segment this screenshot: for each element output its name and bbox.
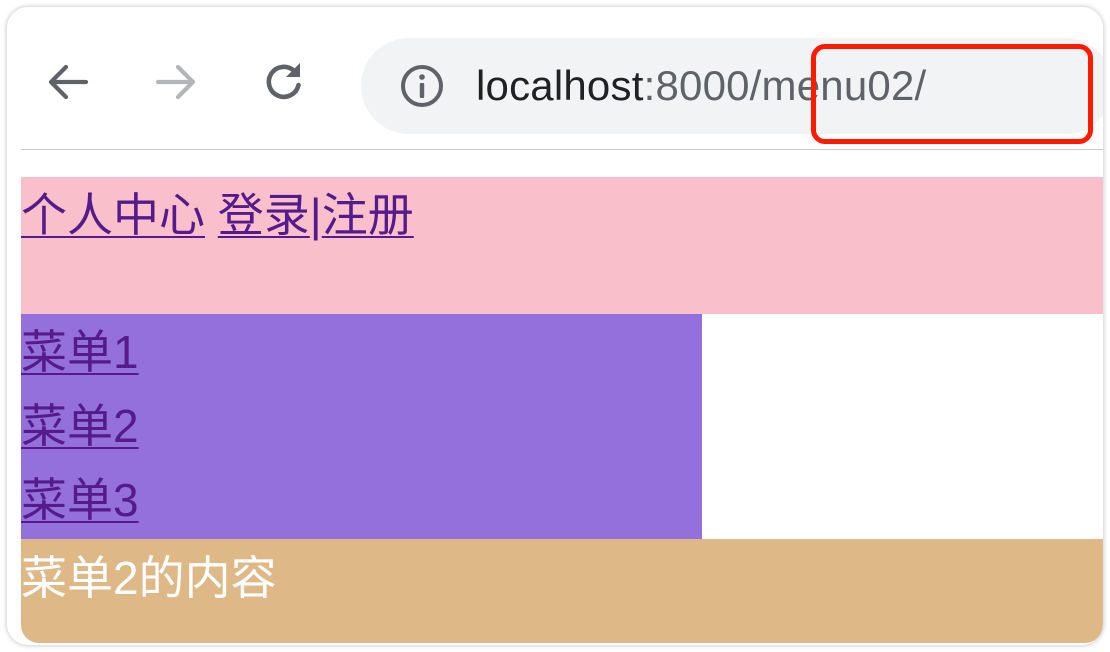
register-link[interactable]: 注册 — [322, 189, 414, 241]
menu-item-3[interactable]: 菜单3 — [21, 470, 139, 530]
link-separator: | — [309, 189, 322, 241]
url-text[interactable]: localhost:8000/menu02/ — [476, 58, 926, 114]
login-link[interactable]: 登录 — [218, 189, 310, 241]
menu-item-1[interactable]: 菜单1 — [21, 322, 139, 382]
url-path: :8000/menu02/ — [643, 62, 927, 109]
menu-item-2[interactable]: 菜单2 — [21, 396, 139, 456]
arrow-right-icon — [155, 64, 196, 100]
info-icon[interactable] — [399, 63, 445, 109]
personal-center-link[interactable]: 个人中心 — [21, 189, 205, 241]
arrow-left-icon — [48, 64, 89, 100]
web-page: 个人中心 登录|注册 菜单1 菜单2 菜单3 菜单2的内容 — [21, 150, 1103, 643]
url-host: localhost — [476, 62, 644, 109]
menu-sidebar: 菜单1 菜单2 菜单3 — [21, 314, 702, 539]
header-links: 个人中心 登录|注册 — [21, 183, 414, 247]
address-bar[interactable]: localhost:8000/menu02/ — [361, 38, 1103, 134]
content-area: 菜单2的内容 — [21, 539, 1103, 643]
content-text: 菜单2的内容 — [21, 552, 277, 604]
browser-toolbar: localhost:8000/menu02/ — [21, 21, 1103, 150]
screenshot-frame: localhost:8000/menu02/ 个人中心 登录|注册 菜单1 菜单… — [6, 6, 1104, 646]
reload-icon — [266, 63, 301, 100]
browser-window: localhost:8000/menu02/ 个人中心 登录|注册 菜单1 菜单… — [21, 21, 1103, 643]
forward-button[interactable] — [151, 57, 201, 107]
reload-button[interactable] — [259, 57, 309, 107]
back-button[interactable] — [43, 57, 93, 107]
page-header: 个人中心 登录|注册 — [21, 177, 1103, 314]
